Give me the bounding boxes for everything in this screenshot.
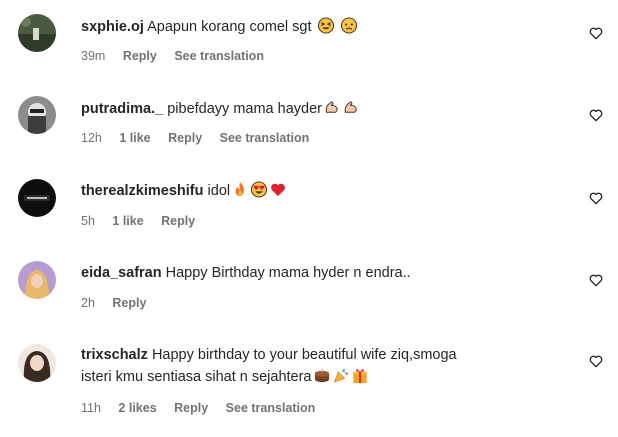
- fire-icon: [235, 181, 245, 197]
- avatar[interactable]: [18, 344, 56, 382]
- likes-count[interactable]: 1 like: [112, 214, 143, 228]
- laughing-face-icon: [317, 17, 334, 34]
- comment-text: Happy Birthday mama hyder n endra..: [165, 265, 411, 281]
- flexed-biceps-icon: [344, 101, 357, 113]
- see-translation-button[interactable]: See translation: [220, 131, 310, 145]
- comment-time: 5h: [81, 214, 95, 228]
- like-heart-icon[interactable]: [588, 353, 604, 369]
- comment-meta: 12h 1 like Reply See translation: [81, 131, 323, 145]
- birthday-cake-icon: [314, 368, 329, 383]
- like-heart-icon[interactable]: [588, 272, 604, 288]
- see-translation-button[interactable]: See translation: [226, 401, 316, 415]
- comment-username[interactable]: trixschalz: [81, 347, 148, 363]
- likes-count[interactable]: 2 likes: [118, 401, 156, 415]
- like-heart-icon[interactable]: [588, 190, 604, 206]
- flexed-biceps-icon: [325, 101, 338, 113]
- comment-meta: 2h Reply: [81, 296, 160, 310]
- like-heart-icon[interactable]: [588, 107, 604, 123]
- reply-button[interactable]: Reply: [174, 401, 208, 415]
- comment-text: Happy birthday to your beautiful wife zi…: [151, 347, 457, 363]
- comment-text: idol: [207, 183, 231, 199]
- reply-button[interactable]: Reply: [123, 49, 157, 63]
- comment-time: 39m: [81, 49, 106, 63]
- reply-button[interactable]: Reply: [161, 214, 195, 228]
- like-heart-icon[interactable]: [588, 25, 604, 41]
- comment-meta: 11h 2 likes Reply See translation: [81, 401, 329, 415]
- worried-face-icon: [340, 17, 357, 34]
- avatar[interactable]: [18, 96, 56, 134]
- comment-username[interactable]: therealzkimeshifu: [81, 183, 204, 199]
- likes-count[interactable]: 1 like: [119, 131, 150, 145]
- gift-icon: [352, 369, 367, 384]
- comment-text: Apapun korang comel sgt: [147, 19, 312, 35]
- reply-button[interactable]: Reply: [112, 296, 146, 310]
- comment-username[interactable]: sxphie.oj: [81, 19, 144, 35]
- comment-meta: 39m Reply See translation: [81, 49, 278, 63]
- party-popper-icon: [333, 368, 348, 383]
- comment-username[interactable]: putradima._: [81, 101, 163, 117]
- reply-button[interactable]: Reply: [168, 131, 202, 145]
- see-translation-button[interactable]: See translation: [174, 49, 264, 63]
- comment-text-continued: isteri kmu sentiasa sihat n sejahtera: [81, 369, 312, 385]
- comment-username[interactable]: eida_safran: [81, 265, 162, 281]
- red-heart-icon: [271, 183, 286, 197]
- comment-meta: 5h 1 like Reply: [81, 214, 209, 228]
- avatar[interactable]: [18, 14, 56, 52]
- comment-text: pibefdayy mama hayder: [167, 101, 322, 117]
- comment-time: 2h: [81, 296, 95, 310]
- comment-time: 12h: [81, 131, 102, 145]
- avatar[interactable]: [18, 179, 56, 217]
- heart-eyes-icon: [251, 181, 268, 198]
- comment-time: 11h: [81, 401, 101, 415]
- avatar[interactable]: [18, 261, 56, 299]
